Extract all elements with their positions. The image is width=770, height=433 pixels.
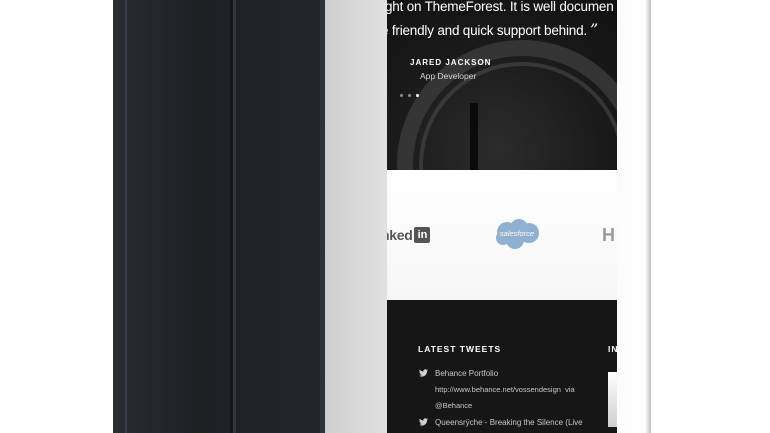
tablet-cover bbox=[113, 0, 325, 433]
clock-hand bbox=[470, 103, 478, 170]
testimonial-quote-line: ght on ThemeForest. It is well documen bbox=[387, 0, 614, 14]
testimonial-quote-line: e friendly and quick support behind.” bbox=[387, 20, 598, 39]
slider-dot[interactable] bbox=[400, 94, 403, 97]
slider-dot[interactable] bbox=[408, 94, 411, 97]
linkedin-logo[interactable]: nked in bbox=[387, 227, 431, 243]
twitter-bird-icon bbox=[419, 418, 428, 426]
linkedin-logo-badge: in bbox=[414, 227, 431, 243]
linkedin-logo-text: nked bbox=[387, 227, 413, 243]
cover-fold-line bbox=[125, 0, 127, 433]
salesforce-logo[interactable]: salesforce bbox=[493, 218, 541, 250]
instagram-thumbnail[interactable] bbox=[608, 372, 617, 427]
slider-dot-active[interactable] bbox=[416, 94, 419, 97]
tweet-title[interactable]: Queensrÿche - Breaking the Silence (Live bbox=[435, 418, 583, 427]
clients-logo-band: nked in salesforce H bbox=[387, 170, 617, 300]
tablet-screen: ght on ThemeForest. It is well documen e… bbox=[387, 0, 617, 433]
tweet-link: http://www.behance.net/vossendesign via bbox=[435, 385, 575, 394]
tablet-frame-edge bbox=[645, 0, 651, 433]
salesforce-logo-text: salesforce bbox=[499, 229, 535, 238]
footer-section: LATEST TWEETS IN Behance Portfolio http:… bbox=[387, 300, 617, 433]
cover-fold-highlight bbox=[233, 0, 236, 433]
twitter-bird-icon bbox=[419, 369, 428, 377]
testimonial-section: ght on ThemeForest. It is well documen e… bbox=[387, 0, 617, 170]
tweet-url[interactable]: http://www.behance.net/vossendesign bbox=[435, 385, 561, 394]
tweet-handle[interactable]: @Behance bbox=[435, 401, 472, 410]
testimonial-author-role: App Developer bbox=[420, 71, 477, 81]
testimonial-quote-text: e friendly and quick support behind. bbox=[387, 23, 587, 38]
slider-pagination bbox=[400, 94, 419, 97]
latest-tweets-heading: LATEST TWEETS bbox=[418, 344, 502, 354]
tweet-via-label: via bbox=[565, 385, 575, 394]
testimonial-author-name: JARED JACKSON bbox=[410, 58, 492, 67]
closing-quote-mark: ” bbox=[589, 20, 598, 39]
tweet-title[interactable]: Behance Portfolio bbox=[435, 369, 498, 378]
partial-client-logo[interactable]: H bbox=[602, 225, 615, 246]
footer-column-heading: IN bbox=[608, 344, 617, 354]
